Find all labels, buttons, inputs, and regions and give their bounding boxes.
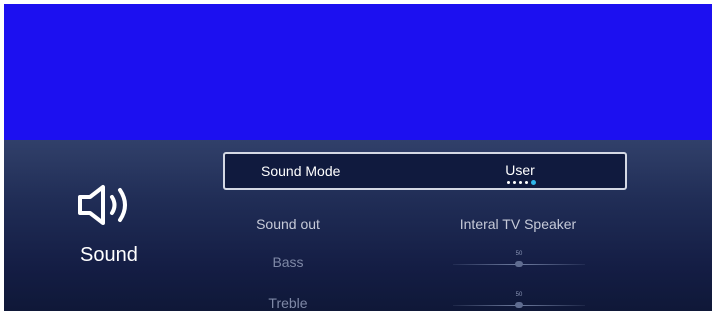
category-label: Sound bbox=[80, 244, 138, 266]
treble-value: 50 bbox=[515, 292, 523, 298]
page-dot bbox=[513, 181, 516, 184]
bass-slider[interactable]: 50 bbox=[453, 251, 585, 269]
bass-slider-knob[interactable] bbox=[515, 261, 523, 267]
page-dot bbox=[507, 181, 510, 184]
sound-mode-page-indicator bbox=[507, 180, 536, 185]
tv-screen: Sound Sound Mode User Sound out Interal … bbox=[4, 4, 712, 311]
bass-label: Bass bbox=[272, 254, 304, 270]
bass-value: 50 bbox=[515, 251, 523, 257]
sound-mode-row[interactable]: Sound Mode User bbox=[223, 152, 627, 190]
sound-out-label: Sound out bbox=[256, 216, 320, 232]
page-dot bbox=[525, 181, 528, 184]
sound-mode-label: Sound Mode bbox=[261, 163, 341, 179]
sound-category: Sound bbox=[58, 184, 168, 267]
treble-label: Treble bbox=[268, 295, 308, 311]
page-dot bbox=[519, 181, 522, 184]
sound-settings-panel: Sound Sound Mode User Sound out Interal … bbox=[4, 140, 712, 311]
treble-slider[interactable]: 50 bbox=[453, 292, 585, 310]
treble-row[interactable]: Treble 50 bbox=[223, 284, 627, 311]
bass-row[interactable]: Bass 50 bbox=[223, 243, 627, 281]
sound-out-value: Interal TV Speaker bbox=[459, 216, 577, 232]
sound-mode-value: User bbox=[505, 162, 535, 178]
video-area bbox=[4, 4, 712, 140]
speaker-icon bbox=[78, 185, 127, 225]
page-dot-active bbox=[531, 180, 536, 185]
sound-out-row[interactable]: Sound out Interal TV Speaker bbox=[223, 205, 627, 243]
treble-slider-knob[interactable] bbox=[515, 302, 523, 308]
